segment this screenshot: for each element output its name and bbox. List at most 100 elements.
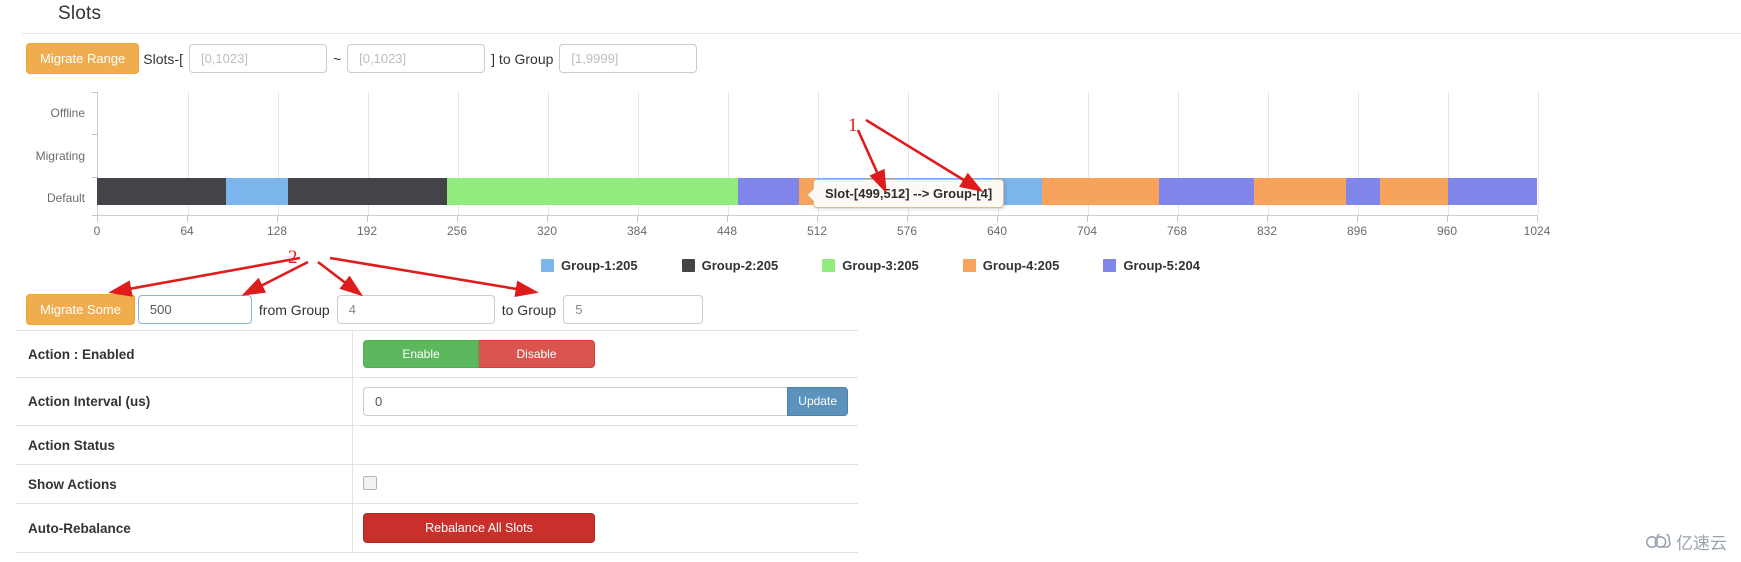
settings-row-label: Show Actions — [16, 464, 353, 504]
chart-x-label-896: 896 — [1346, 224, 1368, 238]
chart-segment[interactable] — [1345, 178, 1380, 205]
legend-item-group-5[interactable]: Group-5:204 — [1103, 258, 1200, 273]
chart-y-label-offline: Offline — [50, 106, 85, 120]
chart-x-label-576: 576 — [896, 224, 918, 238]
chart-x-label-128: 128 — [266, 224, 288, 238]
chart-x-label-640: 640 — [986, 224, 1008, 238]
chart-x-label-0: 0 — [93, 224, 101, 238]
chart-y-tick — [92, 134, 98, 135]
enable-button[interactable]: Enable — [363, 340, 479, 368]
chart-gridline — [1538, 92, 1539, 215]
action-enable-disable-group: Enable Disable — [363, 340, 595, 368]
chart-x-label-1024: 1024 — [1523, 224, 1551, 238]
migrate-some-row: Migrate Some 500 from Group 4 to Group 5 — [26, 294, 706, 325]
chart-segment[interactable] — [1448, 178, 1537, 205]
chart-x-tick — [1087, 216, 1088, 222]
chart-segment[interactable] — [447, 178, 739, 205]
action-interval-input[interactable]: 0 — [363, 387, 788, 416]
legend-item-group-4[interactable]: Group-4:205 — [962, 258, 1060, 273]
chart-x-tick — [547, 216, 548, 222]
migrate-some-count-input[interactable]: 500 — [137, 295, 252, 324]
page-title: Slots — [58, 3, 102, 24]
chart-segment[interactable] — [288, 178, 448, 205]
chart-x-tick — [367, 216, 368, 222]
settings-row-control: 0 Update — [352, 377, 858, 426]
rebalance-all-slots-button[interactable]: Rebalance All Slots — [363, 513, 595, 543]
watermark-text: 亿速云 — [1676, 534, 1727, 554]
legend-swatch-icon — [822, 259, 836, 272]
chart-x-tick — [907, 216, 908, 222]
legend-item-group-1[interactable]: Group-1:205 — [541, 258, 638, 273]
migrate-range-row: Migrate Range Slots-[ [0,1023] ~ [0,1023… — [26, 43, 699, 74]
chart-x-tick — [277, 216, 278, 222]
show-actions-checkbox[interactable] — [363, 475, 377, 490]
migrate-some-to-label: to Group — [501, 301, 557, 318]
settings-row-control — [352, 425, 858, 465]
chart-x-label-832: 832 — [1256, 224, 1278, 238]
settings-row-control — [352, 464, 858, 504]
chart-x-label-960: 960 — [1436, 224, 1458, 238]
chart-x-label-256: 256 — [446, 224, 468, 238]
migrate-some-button[interactable]: Migrate Some — [26, 294, 135, 325]
legend-label: Group-2:205 — [701, 258, 779, 273]
chart-x-tick — [997, 216, 998, 222]
legend-swatch-icon — [962, 259, 976, 272]
settings-row-label: Action Interval (us) — [16, 377, 353, 426]
chart-x-tick — [1357, 216, 1358, 222]
update-button[interactable]: Update — [787, 387, 848, 416]
settings-row-label: Auto-Rebalance — [16, 503, 353, 553]
settings-row-control: Rebalance All Slots — [352, 503, 858, 553]
table-row: Action : Enabled Enable Disable — [16, 330, 858, 378]
header-divider — [22, 33, 1741, 34]
chart-legend: Group-1:205 Group-2:205 Group-3:205 Group-4… — [0, 258, 1741, 273]
migrate-some-from-group-input[interactable]: 4 — [336, 295, 495, 324]
annotation-number-2: 2 — [288, 247, 298, 268]
migrate-range-from-input[interactable]: [0,1023] — [188, 44, 327, 73]
chart-x-tick — [97, 216, 98, 222]
chart-y-label-migrating: Migrating — [35, 149, 85, 163]
chart-segment[interactable] — [1254, 178, 1346, 205]
chart-x-axis: 0 64 128 192 256 320 384 448 512 576 640 704 768 832 8… — [93, 216, 1550, 246]
migrate-range-button[interactable]: Migrate Range — [26, 43, 140, 74]
table-row: Show Actions — [16, 464, 858, 504]
annotation-number-1: 1 — [848, 115, 858, 136]
chart-x-label-64: 64 — [180, 224, 194, 238]
legend-label: Group-5:204 — [1123, 258, 1200, 273]
table-row: Action Interval (us) 0 Update — [16, 377, 858, 426]
chart-x-tick — [1177, 216, 1178, 222]
settings-table-body: Action : Enabled Enable Disable Action Inte… — [16, 330, 858, 553]
chart-y-label-default: Default — [46, 191, 85, 205]
action-interval-input-group: 0 Update — [363, 387, 848, 416]
table-row: Action Status — [16, 425, 858, 465]
chart-x-tick — [1267, 216, 1268, 222]
legend-item-group-3[interactable]: Group-3:205 — [822, 258, 919, 273]
migrate-range-to-input[interactable]: [0,1023] — [347, 44, 486, 73]
chart-segment[interactable] — [1042, 178, 1159, 205]
legend-label: Group-1:205 — [561, 258, 638, 273]
chart-x-tick — [187, 216, 188, 222]
chart-x-tick — [817, 216, 818, 222]
chart-x-tick — [637, 216, 638, 222]
legend-item-group-2[interactable]: Group-2:205 — [681, 258, 779, 273]
chart-segment[interactable] — [738, 178, 799, 205]
migrate-range-separator-label: ~ — [332, 50, 342, 67]
legend-label: Group-4:205 — [982, 258, 1060, 273]
watermark: 亿速云 — [1645, 529, 1727, 554]
disable-button[interactable]: Disable — [479, 340, 595, 368]
chart-x-tick — [1447, 216, 1448, 222]
chart-segment[interactable] — [97, 178, 227, 205]
migrate-range-group-input[interactable]: [1,9999] — [559, 44, 698, 73]
chart-x-label-448: 448 — [716, 224, 738, 238]
chart-segment[interactable] — [1158, 178, 1255, 205]
migrate-range-suffix-label: ] to Group — [491, 50, 554, 67]
cloud-icon — [1646, 533, 1671, 548]
settings-row-label: Action Status — [16, 425, 353, 465]
chart-segment[interactable] — [1379, 178, 1449, 205]
migrate-range-prefix-label: Slots-[ — [143, 50, 183, 67]
chart-segment[interactable] — [226, 178, 289, 205]
legend-swatch-icon — [1103, 259, 1117, 272]
migrate-some-to-group-input[interactable]: 5 — [563, 295, 704, 324]
settings-row-control: Enable Disable — [352, 330, 858, 378]
slot-tooltip: Slot-[499,512] --> Group-[4] — [806, 179, 1005, 208]
table-row: Auto-Rebalance Rebalance All Slots — [16, 503, 858, 553]
